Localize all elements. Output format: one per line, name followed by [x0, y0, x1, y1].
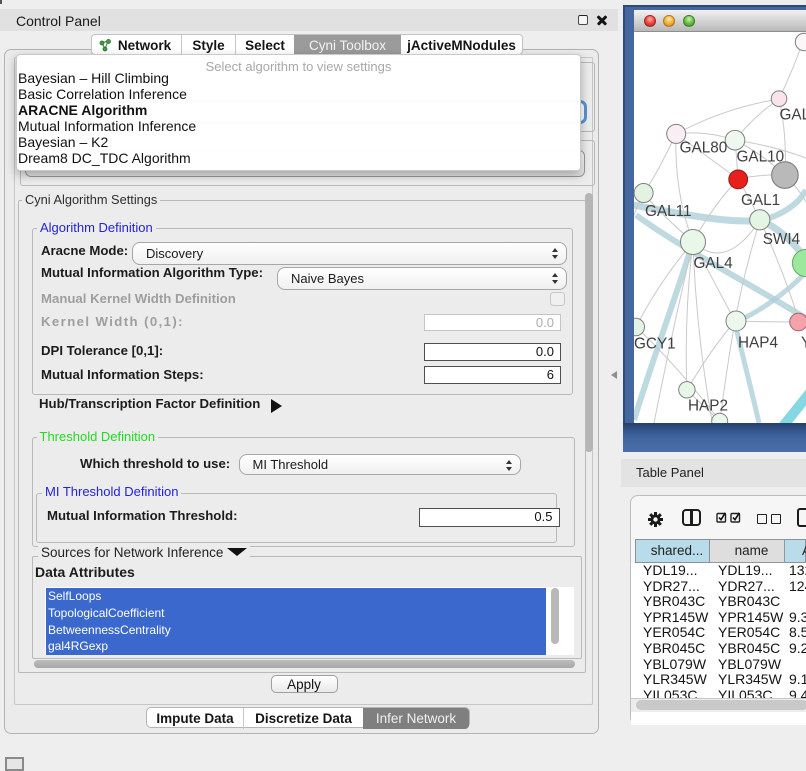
svg-text:HAP2: HAP2 — [688, 398, 728, 415]
svg-text:GAL1: GAL1 — [741, 192, 780, 209]
svg-text:HAP4: HAP4 — [738, 335, 778, 352]
svg-text:GAL2: GAL2 — [780, 107, 806, 124]
svg-text:SWI4: SWI4 — [763, 231, 801, 248]
svg-text:GAL10: GAL10 — [737, 148, 785, 165]
svg-text:GAL11: GAL11 — [645, 203, 692, 220]
svg-text:GAL80: GAL80 — [680, 140, 728, 157]
svg-text:GAL4: GAL4 — [694, 255, 734, 272]
svg-text:Y: Y — [801, 335, 806, 352]
svg-text:GCY1: GCY1 — [634, 336, 676, 353]
